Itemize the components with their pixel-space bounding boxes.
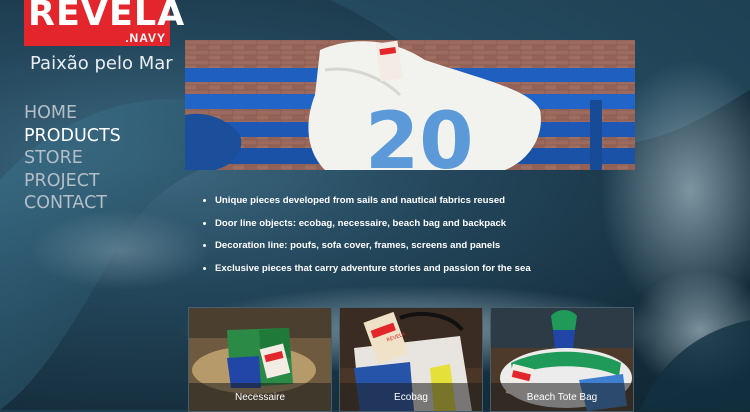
product-label: Ecobag bbox=[340, 383, 482, 411]
brand-logo[interactable]: REVELA .NAVY bbox=[24, 0, 184, 46]
brand-tagline: Paixão pelo Mar bbox=[30, 53, 173, 74]
product-card-ecobag[interactable]: REVELA Ecobag bbox=[339, 307, 483, 412]
feature-list: Unique pieces developed from sails and n… bbox=[198, 196, 531, 286]
feature-item: Door line objects: ecobag, necessaire, b… bbox=[215, 218, 531, 229]
feature-item: Decoration line: poufs, sofa cover, fram… bbox=[215, 241, 531, 251]
product-card-necessaire[interactable]: Necessaire bbox=[188, 307, 332, 412]
feature-item: Exclusive pieces that carry adventure st… bbox=[215, 263, 531, 274]
nav-item-home[interactable]: HOME bbox=[24, 102, 121, 125]
logo-wordmark: REVELA bbox=[28, 0, 186, 34]
nav-item-project[interactable]: PROJECT bbox=[24, 170, 121, 193]
hero-sail-numeral: 20 bbox=[365, 97, 474, 170]
main-nav: HOME PRODUCTS STORE PROJECT CONTACT bbox=[24, 102, 121, 215]
nav-item-products[interactable]: PRODUCTS bbox=[24, 125, 121, 148]
hero-image: 20 bbox=[185, 40, 635, 170]
product-card-beach-tote-bag[interactable]: Beach Tote Bag bbox=[490, 307, 634, 412]
feature-item: Unique pieces developed from sails and n… bbox=[215, 196, 531, 206]
product-label: Necessaire bbox=[189, 383, 331, 411]
nav-item-store[interactable]: STORE bbox=[24, 147, 121, 170]
logo-suffix: .NAVY bbox=[125, 31, 166, 45]
nav-item-contact[interactable]: CONTACT bbox=[24, 192, 121, 215]
product-label: Beach Tote Bag bbox=[491, 383, 633, 411]
